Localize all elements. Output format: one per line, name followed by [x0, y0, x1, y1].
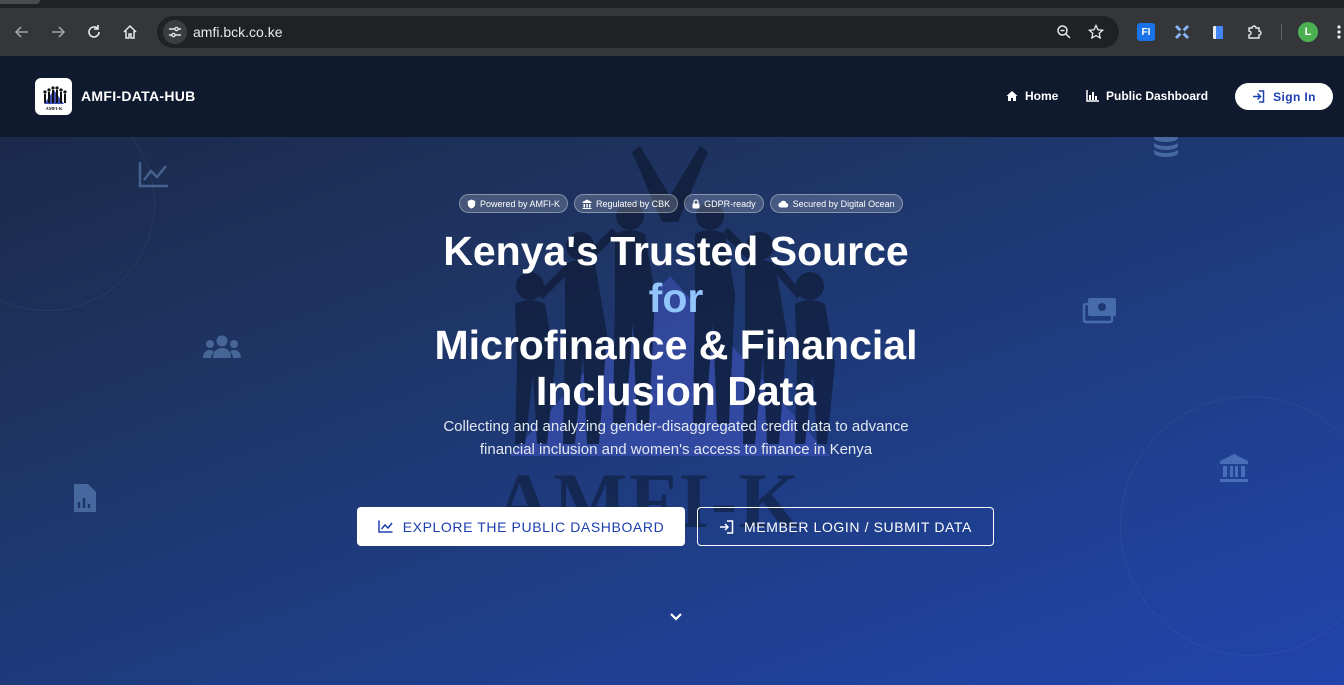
landing-page: AMFI-K AMFI-K AMFI-DATA-HUB Home Public …: [0, 56, 1344, 685]
badge-cbk-label: Regulated by CBK: [596, 198, 671, 209]
hero-title-line-1: Kenya's Trusted Source: [443, 228, 909, 274]
forward-icon[interactable]: [46, 20, 70, 44]
bank-icon: [582, 199, 592, 209]
trust-badges: Powered by AMFI-K Regulated by CBK GDPR-…: [459, 194, 903, 213]
hero-subtitle-line-2: financial inclusion and women's access t…: [479, 440, 873, 458]
zoom-icon[interactable]: [1053, 21, 1075, 43]
top-navbar: AMFI-K AMFI-DATA-HUB Home Public Dashboa…: [0, 56, 1344, 137]
amfi-logo[interactable]: AMFI-K: [35, 78, 72, 115]
sign-in-label: Sign In: [1273, 89, 1316, 104]
tab-strip: [0, 0, 1344, 8]
cross-extension-icon[interactable]: [1171, 21, 1193, 43]
member-login-button[interactable]: MEMBER LOGIN / SUBMIT DATA: [697, 507, 994, 546]
back-icon[interactable]: [10, 20, 34, 44]
nav-public-dashboard-label: Public Dashboard: [1106, 89, 1209, 103]
file-chart-icon: [74, 484, 96, 512]
fi-extension-icon[interactable]: FI: [1135, 21, 1157, 43]
home-icon[interactable]: [118, 20, 142, 44]
hero-title-line-3: Microfinance & Financial: [434, 322, 918, 368]
amfi-logo-icon: AMFI-K: [42, 85, 67, 111]
login-icon: [1253, 90, 1265, 103]
login-icon: [720, 519, 734, 534]
tab[interactable]: [0, 0, 40, 4]
hero-title-line-2: for: [300, 275, 1052, 321]
url-text: amfi.bck.co.ke: [193, 24, 283, 40]
nav-home[interactable]: Home: [1006, 89, 1058, 103]
decor-circle: [1120, 396, 1344, 656]
nav-home-label: Home: [1025, 89, 1059, 103]
hero-subtitle: Collecting and analyzing gender-disaggre…: [440, 416, 912, 461]
explore-dashboard-label: EXPLORE THE PUBLIC DASHBOARD: [402, 518, 665, 535]
brand-name[interactable]: AMFI-DATA-HUB: [81, 88, 196, 104]
badge-cbk: Regulated by CBK: [574, 194, 679, 213]
users-icon: [203, 335, 241, 358]
profile-avatar[interactable]: L: [1298, 22, 1318, 42]
cloud-icon: [777, 200, 788, 208]
database-icon: [1154, 134, 1178, 157]
hero-title-line-4: Inclusion Data: [535, 368, 817, 414]
copy-extension-icon[interactable]: [1207, 21, 1229, 43]
puzzle-icon[interactable]: [1243, 21, 1265, 43]
line-chart-icon: [377, 520, 393, 533]
hero-subtitle-line-1: Collecting and analyzing gender-disaggre…: [443, 418, 909, 435]
badge-amfi: Powered by AMFI-K: [459, 194, 569, 213]
star-icon[interactable]: [1085, 21, 1107, 43]
kebab-menu-icon[interactable]: [1328, 21, 1344, 43]
sign-in-button[interactable]: Sign In: [1235, 83, 1333, 110]
lock-icon: [692, 198, 700, 208]
explore-dashboard-button[interactable]: EXPLORE THE PUBLIC DASHBOARD: [357, 507, 685, 546]
nav-public-dashboard[interactable]: Public Dashboard: [1086, 89, 1208, 103]
line-chart-icon: [138, 162, 168, 188]
home-icon: [1006, 91, 1018, 101]
address-bar[interactable]: amfi.bck.co.ke: [157, 16, 1119, 48]
svg-text:AMFI-K: AMFI-K: [45, 106, 62, 111]
toolbar-divider: [1281, 24, 1282, 40]
member-login-label: MEMBER LOGIN / SUBMIT DATA: [744, 518, 972, 535]
money-icon: [1082, 298, 1116, 324]
reload-icon[interactable]: [82, 20, 106, 44]
hero-title-accent: for: [648, 275, 704, 321]
bar-chart-icon: [1086, 90, 1099, 102]
badge-amfi-label: Powered by AMFI-K: [480, 198, 561, 209]
tune-icon[interactable]: [163, 20, 187, 44]
badge-gdpr-label: GDPR-ready: [704, 198, 756, 209]
badge-digital-ocean-label: Secured by Digital Ocean: [792, 198, 895, 209]
chevron-down-icon[interactable]: [666, 608, 686, 624]
browser-toolbar: amfi.bck.co.ke FI L: [0, 0, 1344, 56]
badge-gdpr: GDPR-ready: [684, 194, 764, 213]
badge-digital-ocean: Secured by Digital Ocean: [769, 194, 903, 213]
shield-icon: [467, 199, 476, 208]
bank-icon: [1220, 454, 1248, 482]
